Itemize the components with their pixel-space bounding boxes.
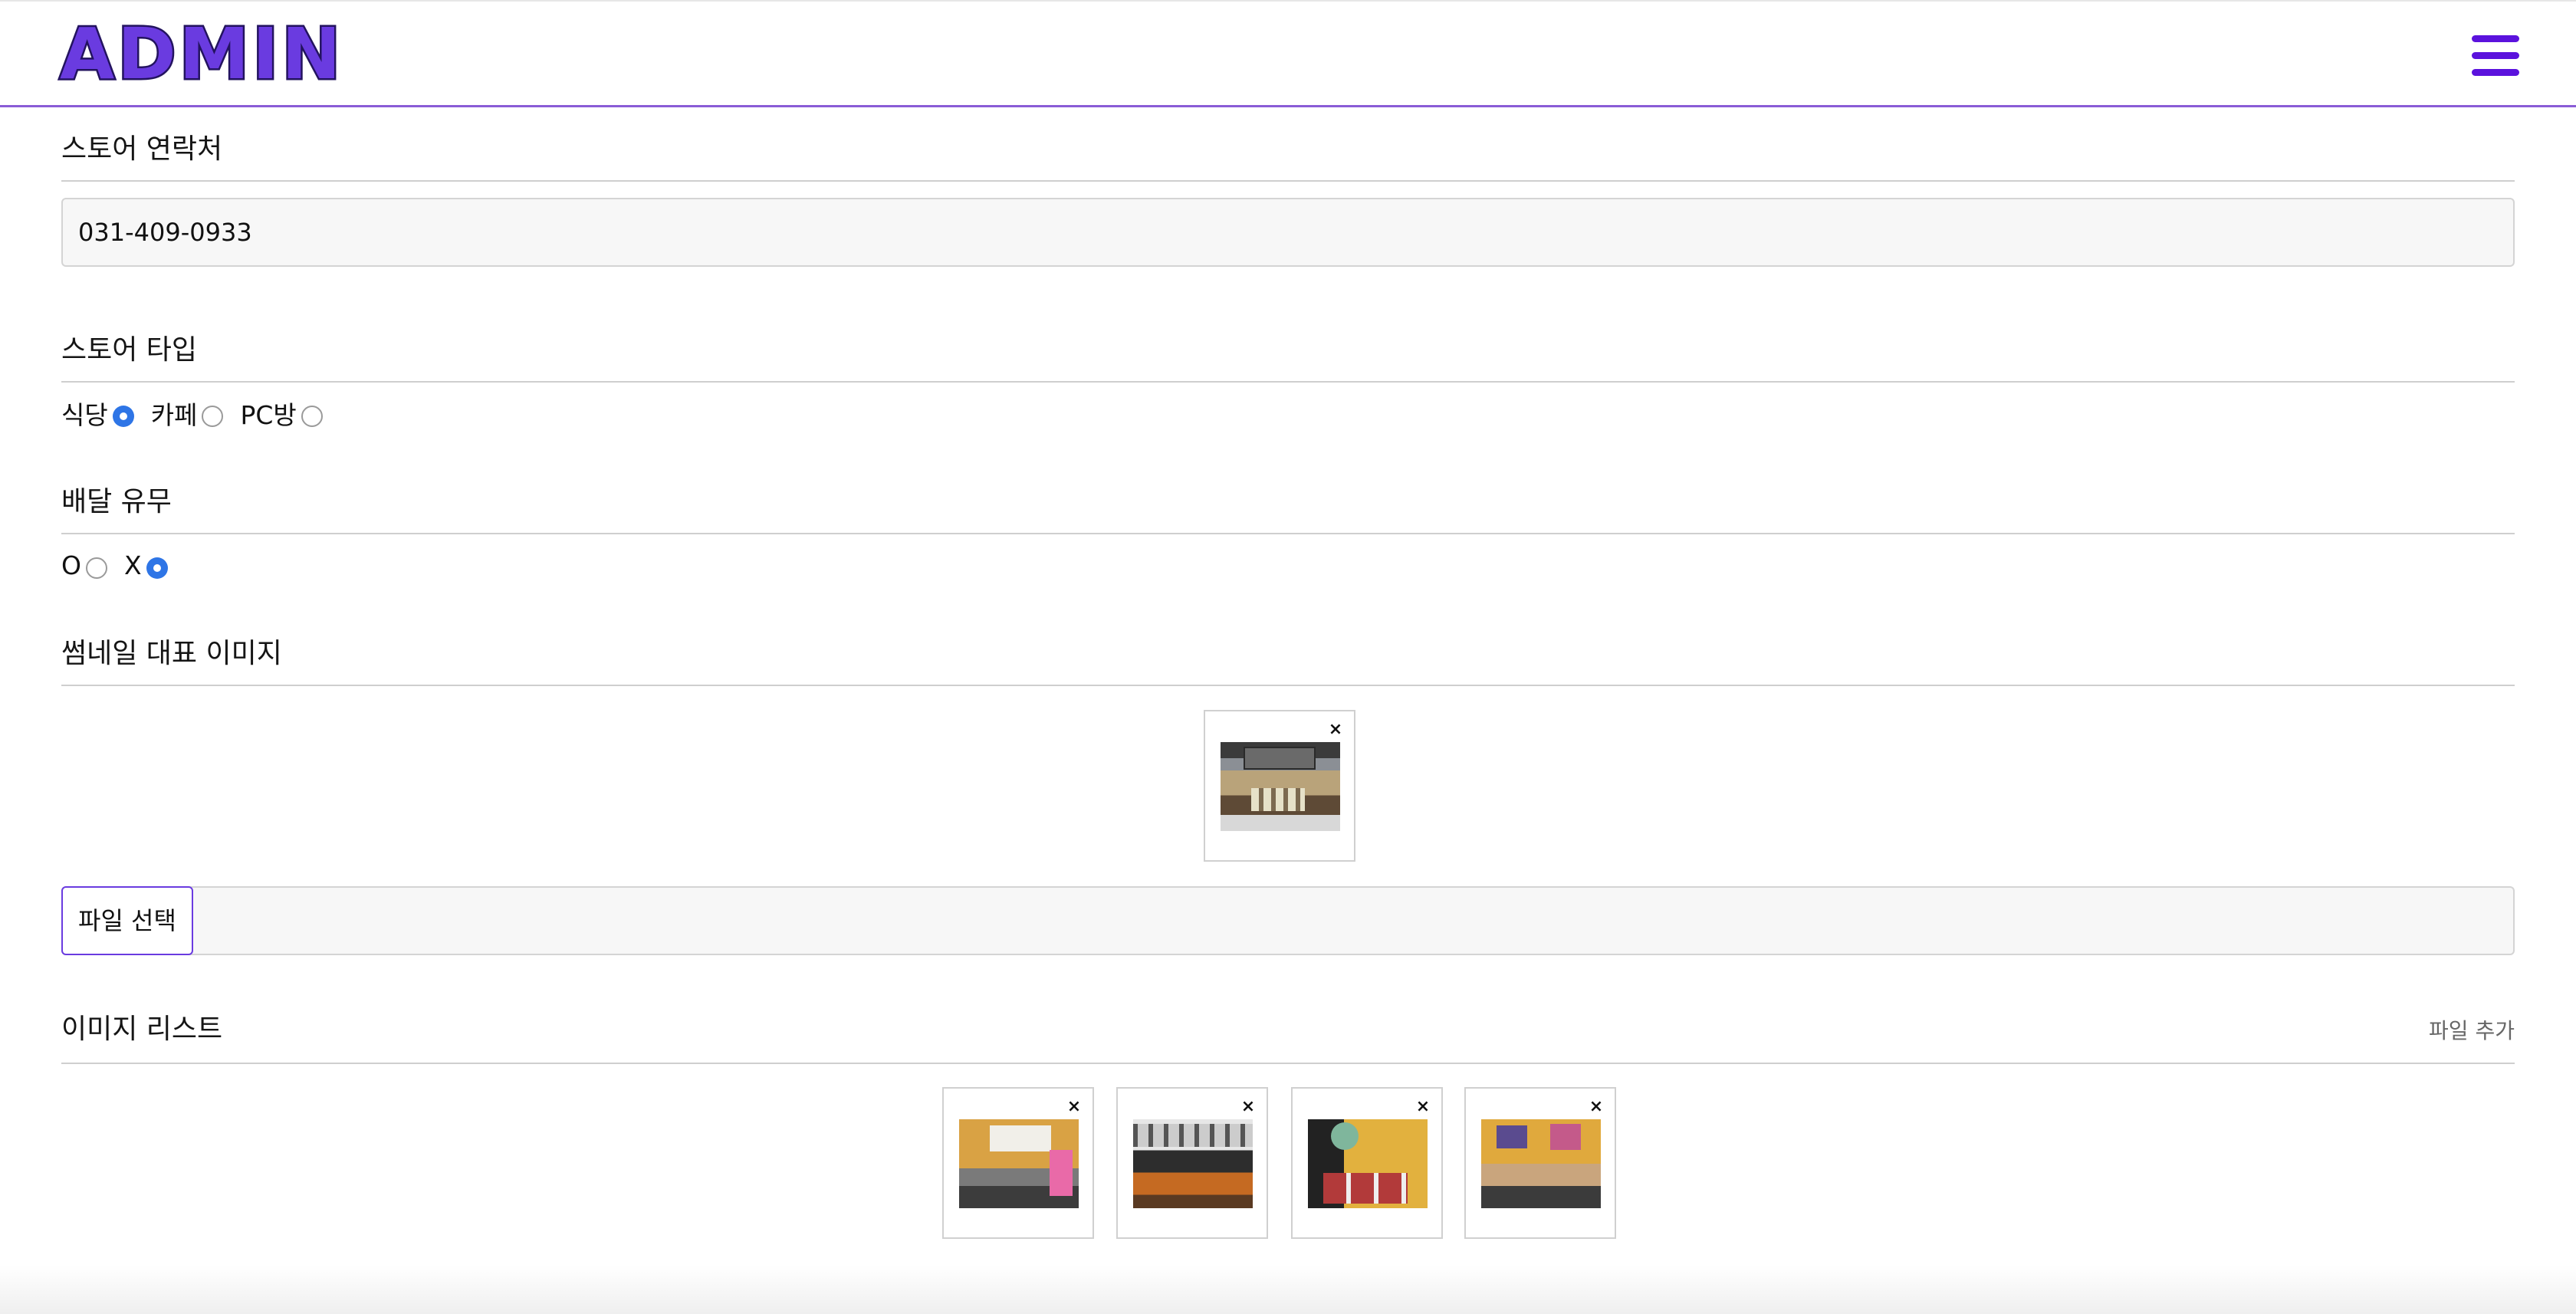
- image-list-tile: ×: [942, 1087, 1094, 1239]
- thumbnail-title: 썸네일 대표 이미지: [61, 638, 282, 669]
- radio-label: 카페: [150, 400, 198, 430]
- store-type-radio-group: 식당 카페 PC방: [61, 394, 340, 432]
- menu-bar-line: [2472, 35, 2519, 42]
- radio-button[interactable]: [85, 557, 107, 579]
- file-input[interactable]: 파일 선택: [61, 886, 2515, 955]
- section-divider: [61, 685, 2515, 686]
- store-interior-photo: [959, 1119, 1079, 1208]
- section-divider: [61, 1063, 2515, 1064]
- radio-label: X: [123, 550, 142, 580]
- section-divider: [61, 533, 2515, 534]
- delivery-option-no[interactable]: X: [124, 550, 168, 580]
- radio-button[interactable]: [301, 406, 323, 427]
- remove-image-icon[interactable]: ×: [1239, 1098, 1257, 1116]
- store-type-option-cafe[interactable]: 카페: [151, 395, 224, 432]
- admin-logo[interactable]: ADMIN: [58, 11, 343, 97]
- delivery-option-yes[interactable]: O: [61, 550, 107, 580]
- store-front-photo: [1221, 742, 1340, 831]
- radio-button-checked[interactable]: [112, 406, 134, 427]
- bottom-scroll-shadow: [0, 1265, 2576, 1314]
- image-list-tile: ×: [1116, 1087, 1268, 1239]
- remove-image-icon[interactable]: ×: [1065, 1098, 1083, 1116]
- remove-image-icon[interactable]: ×: [1326, 721, 1345, 739]
- remove-image-icon[interactable]: ×: [1587, 1098, 1605, 1116]
- store-interior-photo: [1481, 1119, 1601, 1208]
- store-contact-title: 스토어 연락처: [61, 133, 223, 165]
- menu-bar-line: [2472, 69, 2519, 76]
- radio-button-checked[interactable]: [146, 557, 168, 579]
- thumbnail-image-tile: ×: [1204, 710, 1355, 862]
- radio-button[interactable]: [202, 406, 224, 427]
- section-divider: [61, 381, 2515, 383]
- image-list-tile: ×: [1464, 1087, 1616, 1239]
- hamburger-menu-icon[interactable]: [2472, 34, 2519, 78]
- section-divider: [61, 180, 2515, 182]
- store-type-title: 스토어 타입: [61, 334, 198, 366]
- store-interior-photo: [1308, 1119, 1428, 1208]
- radio-label: PC방: [240, 400, 297, 430]
- remove-image-icon[interactable]: ×: [1414, 1098, 1432, 1116]
- store-interior-photo: [1133, 1119, 1253, 1208]
- menu-bar-line: [2472, 52, 2519, 59]
- image-list-title: 이미지 리스트: [61, 1013, 223, 1045]
- radio-label: 식당: [61, 400, 108, 430]
- add-file-link[interactable]: 파일 추가: [2429, 1013, 2515, 1049]
- store-contact-input[interactable]: [61, 198, 2515, 267]
- delivery-radio-group: O X: [61, 546, 185, 584]
- radio-label: O: [61, 550, 81, 580]
- delivery-title: 배달 유무: [61, 486, 172, 517]
- top-bar: ADMIN: [0, 0, 2576, 107]
- choose-file-button[interactable]: 파일 선택: [61, 886, 193, 955]
- store-type-option-pcroom[interactable]: PC방: [240, 395, 323, 432]
- store-type-option-restaurant[interactable]: 식당: [61, 395, 134, 432]
- image-list-tile: ×: [1291, 1087, 1443, 1239]
